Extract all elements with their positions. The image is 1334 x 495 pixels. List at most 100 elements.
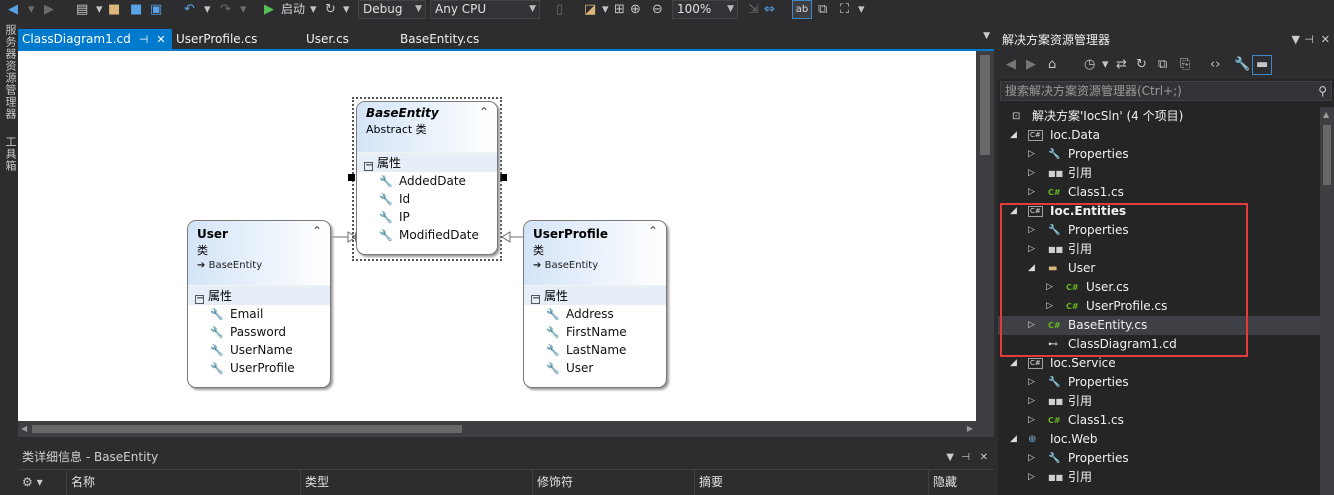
class-property[interactable]: 🔧 Password — [188, 323, 330, 341]
properties-section[interactable]: − 属性 — [524, 285, 666, 305]
group-members-icon[interactable]: ⧉ — [818, 1, 827, 18]
class-property[interactable]: 🔧 Id — [357, 190, 497, 208]
class-property[interactable]: 🔧 UserProfile — [188, 359, 330, 377]
column-header-modifier[interactable]: 修饰符 — [532, 470, 694, 495]
view-code-icon[interactable]: ‹› — [1210, 57, 1220, 72]
properties-wrench-icon[interactable]: 🔧 — [1234, 57, 1250, 72]
pending-changes-icon[interactable]: ◷ — [1084, 57, 1095, 72]
tree-item-references[interactable]: ▷ ■■ 引用 — [998, 468, 1320, 487]
collapsed-arrow-icon[interactable]: ▷ — [1028, 392, 1038, 411]
format-icon[interactable]: ⛶ — [840, 1, 849, 18]
properties-section[interactable]: − 属性 — [357, 152, 497, 172]
tab-userprofile[interactable]: UserProfile.cs — [172, 29, 261, 49]
scroll-thumb[interactable] — [1323, 125, 1331, 185]
dropdown-arrow-icon[interactable]: ▾ — [204, 1, 211, 18]
collapse-box-icon[interactable]: − — [364, 161, 373, 171]
dropdown-arrow-icon[interactable]: ▼ — [1292, 29, 1300, 51]
zoom-in-icon[interactable]: ⊕ — [630, 1, 641, 18]
pin-icon[interactable]: ⊣ — [1304, 29, 1314, 51]
dropdown-arrow-icon[interactable]: ▾ — [240, 1, 247, 18]
class-property[interactable]: 🔧 UserName — [188, 341, 330, 359]
collapse-all-icon[interactable]: ⧉ — [1158, 57, 1167, 72]
tree-item-file[interactable]: ▷ C# Class1.cs — [998, 183, 1320, 202]
solution-tree-scrollbar[interactable]: ▲ — [1320, 107, 1334, 495]
tree-item-references[interactable]: ▷ ■■ 引用 — [998, 164, 1320, 183]
class-property[interactable]: 🔧 User — [524, 359, 666, 377]
forward-icon[interactable]: ▶ — [1026, 57, 1036, 72]
layout-icon[interactable]: ▯ — [556, 1, 563, 18]
expanded-arrow-icon[interactable]: ◢ — [1010, 126, 1020, 145]
zoom-out-icon[interactable]: ⊖ — [652, 1, 663, 18]
collapsed-arrow-icon[interactable]: ▷ — [1028, 164, 1038, 183]
resize-handle[interactable] — [500, 174, 507, 181]
class-property[interactable]: 🔧 Address — [524, 305, 666, 323]
resize-handle[interactable] — [348, 174, 355, 181]
dropdown-arrow-icon[interactable]: ▾ — [96, 1, 103, 18]
server-explorer-tab[interactable]: 服务器资源管理器 — [2, 24, 18, 120]
start-icon[interactable]: ▶ — [264, 1, 274, 18]
open-file-icon[interactable]: ■ — [108, 1, 120, 18]
undo-icon[interactable]: ↶ — [184, 1, 195, 18]
home-icon[interactable]: ⌂ — [1048, 57, 1056, 72]
refresh-icon[interactable]: ↻ — [1136, 57, 1147, 72]
save-icon[interactable]: ■ — [130, 1, 142, 18]
class-property[interactable]: 🔧 AddedDate — [357, 172, 497, 190]
configuration-select[interactable]: Debug ▼ — [358, 0, 426, 19]
tree-item-file[interactable]: ▷ C# Class1.cs — [998, 411, 1320, 430]
arrange-icon[interactable]: ⊞ — [614, 1, 625, 18]
close-icon[interactable]: ✕ — [156, 30, 165, 50]
preview-toggle-icon[interactable]: ▬ — [1252, 55, 1273, 75]
dropdown-arrow-icon[interactable]: ▼ — [946, 447, 954, 468]
platform-select[interactable]: Any CPU ▼ — [430, 0, 540, 19]
start-button[interactable]: 启动 — [281, 1, 305, 18]
canvas-horizontal-scrollbar[interactable]: ◀ ▶ — [18, 421, 976, 437]
collapsed-arrow-icon[interactable]: ▷ — [1028, 468, 1038, 487]
column-header-summary[interactable]: 摘要 — [694, 470, 928, 495]
scroll-right-icon[interactable]: ▶ — [967, 424, 973, 433]
sync-icon[interactable]: ⇄ — [1116, 57, 1127, 72]
show-all-files-icon[interactable]: ⎘ — [1180, 57, 1190, 72]
class-diagram-canvas[interactable]: BaseEntity Abstract 类 ⌃ − 属性 🔧 AddedDate 🔧… — [18, 51, 976, 421]
scroll-left-icon[interactable]: ◀ — [21, 424, 27, 433]
back-icon[interactable]: ◀ — [8, 1, 18, 18]
collapsed-arrow-icon[interactable]: ▷ — [1028, 449, 1038, 468]
class-property[interactable]: 🔧 IP — [357, 208, 497, 226]
scroll-thumb[interactable] — [980, 55, 990, 155]
collapsed-arrow-icon[interactable]: ▷ — [1028, 373, 1038, 392]
tab-list-dropdown-icon[interactable]: ▼ — [983, 31, 990, 41]
class-property[interactable]: 🔧 Email — [188, 305, 330, 323]
collapsed-arrow-icon[interactable]: ▷ — [1028, 411, 1038, 430]
tab-baseentity[interactable]: BaseEntity.cs — [396, 29, 483, 49]
zoom-select[interactable]: 100% ▼ — [672, 0, 738, 19]
export-icon[interactable]: ◪ — [584, 1, 596, 18]
column-header-hide[interactable]: 隐藏 — [928, 470, 994, 495]
tree-item-project-web[interactable]: ◢ ⊕ Ioc.Web — [998, 430, 1320, 449]
class-property[interactable]: 🔧 ModifiedDate — [357, 226, 497, 244]
dropdown-arrow-icon[interactable]: ▾ — [858, 1, 865, 18]
collapsed-arrow-icon[interactable]: ▷ — [1028, 183, 1038, 202]
class-shape-user[interactable]: User 类 ➔ BaseEntity ⌃ − 属性 🔧 Email 🔧 Passwo… — [187, 220, 331, 388]
show-types-toggle-icon[interactable]: ab — [792, 0, 812, 19]
tab-user[interactable]: User.cs — [302, 29, 353, 49]
dropdown-arrow-icon[interactable]: ▾ — [28, 1, 35, 18]
new-project-icon[interactable]: ▤ — [76, 1, 88, 18]
search-icon[interactable]: ⚲ — [1318, 82, 1327, 100]
scroll-up-icon[interactable]: ▲ — [1323, 110, 1329, 119]
refresh-icon[interactable]: ↻ — [325, 1, 336, 18]
save-all-icon[interactable]: ▣ — [150, 1, 162, 18]
close-icon[interactable]: ✕ — [980, 447, 988, 468]
details-tool-icon[interactable]: ⚙ ▾ — [18, 470, 66, 495]
layout-diagram-icon[interactable]: ⇲ — [748, 1, 759, 18]
solution-search-input[interactable]: 搜索解决方案资源管理器(Ctrl+;) ⚲ — [1000, 81, 1332, 101]
properties-section[interactable]: − 属性 — [188, 285, 330, 305]
forward-icon[interactable]: ▶ — [44, 1, 54, 18]
tree-item-solution[interactable]: ⊡ 解决方案'IocSln' (4 个项目) — [998, 107, 1320, 126]
close-icon[interactable]: ✕ — [1321, 29, 1330, 51]
dropdown-arrow-icon[interactable]: ▾ — [310, 1, 317, 18]
tree-item-properties[interactable]: ▷ 🔧 Properties — [998, 373, 1320, 392]
fit-width-icon[interactable]: ⇔ — [764, 1, 775, 18]
collapse-chevron-icon[interactable]: ⌃ — [312, 224, 322, 238]
collapse-chevron-icon[interactable]: ⌃ — [648, 224, 658, 238]
class-property[interactable]: 🔧 LastName — [524, 341, 666, 359]
tree-item-project-data[interactable]: ◢ C# Ioc.Data — [998, 126, 1320, 145]
